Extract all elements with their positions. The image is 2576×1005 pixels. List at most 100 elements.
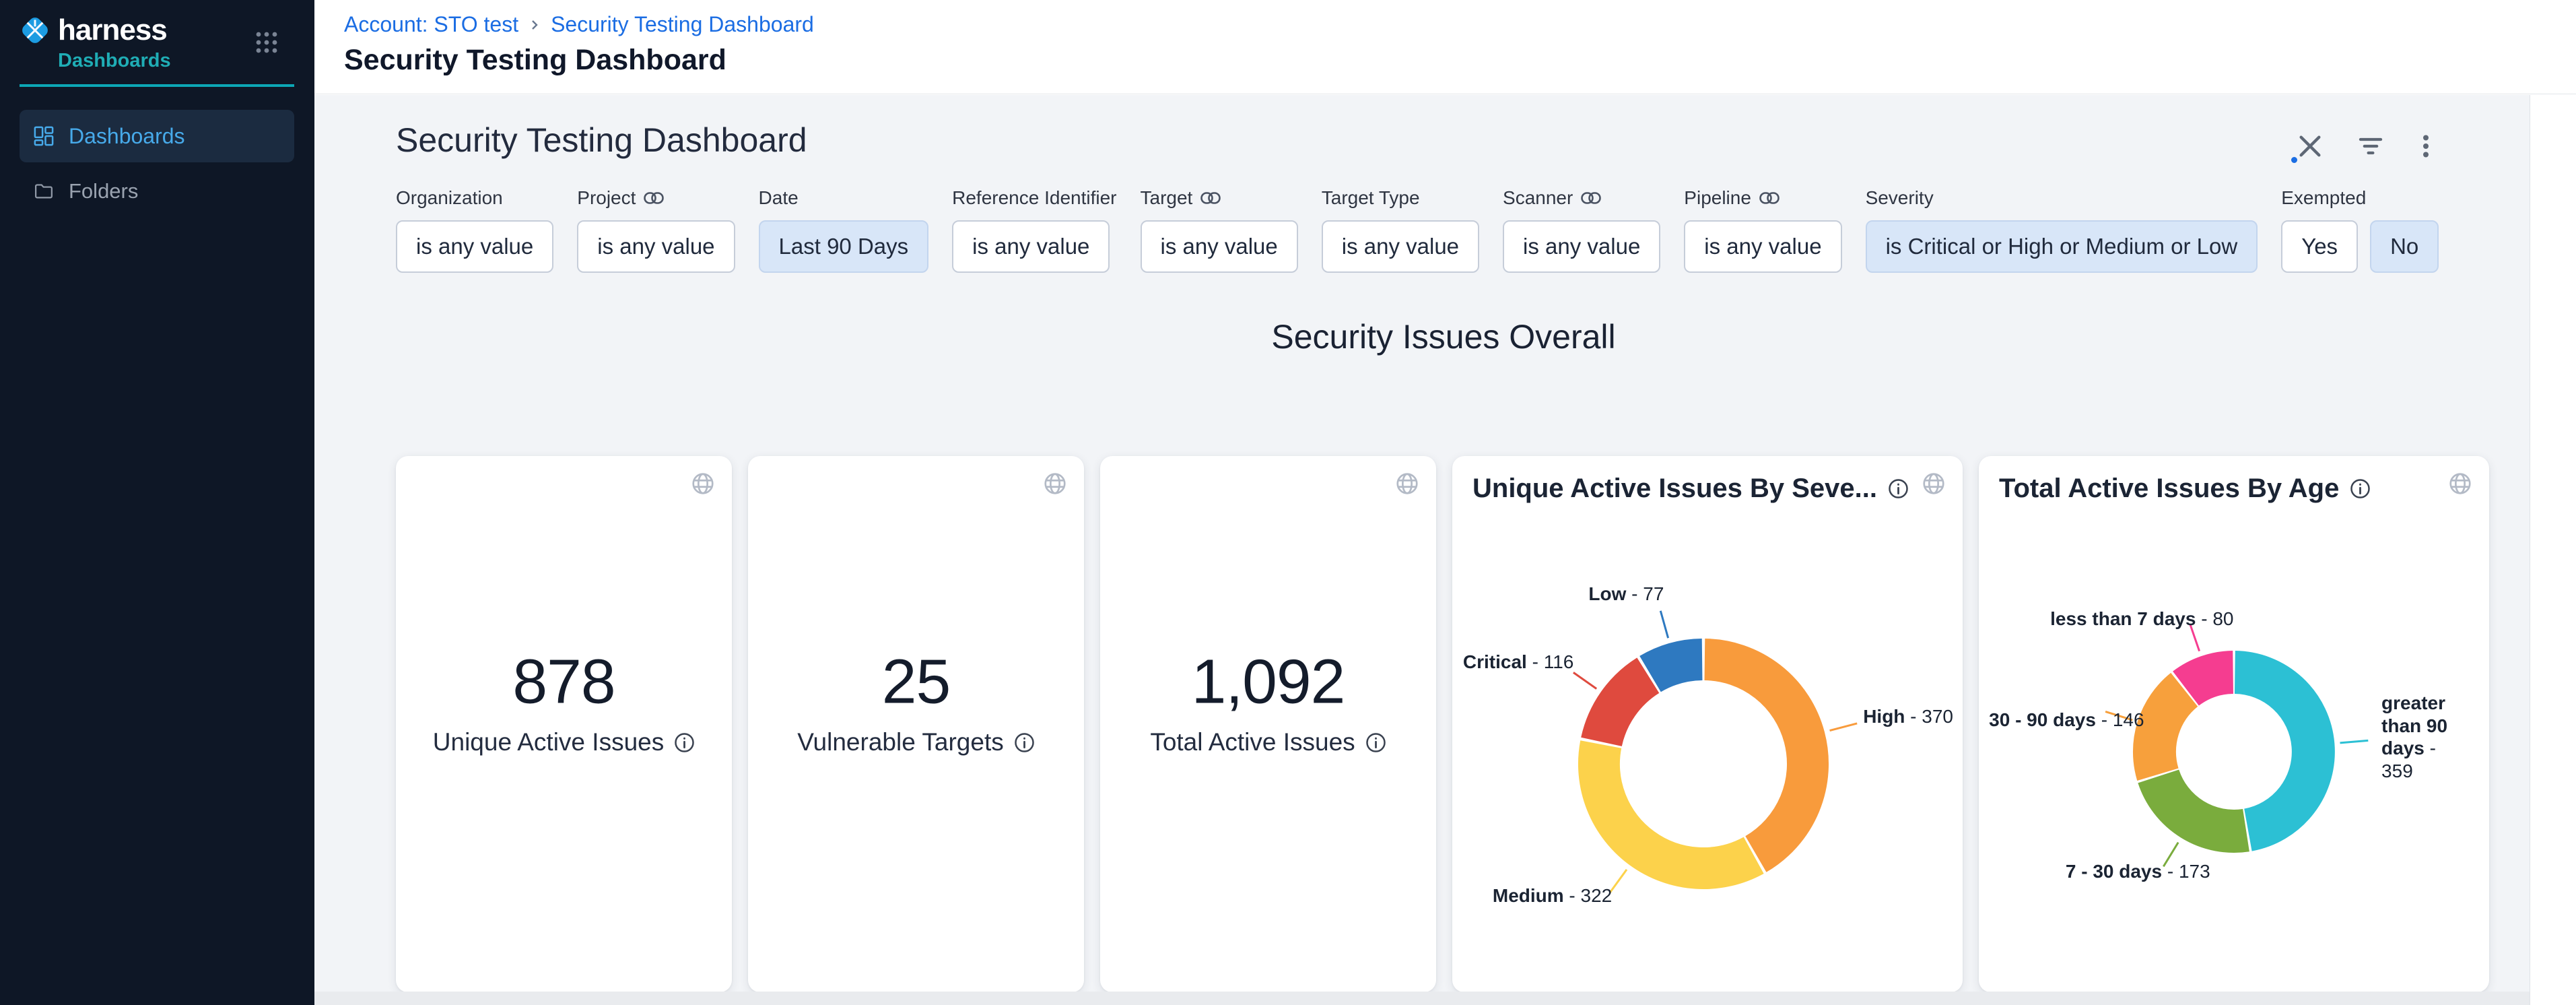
sidebar-item-label: Dashboards bbox=[69, 124, 185, 149]
sidebar: harness Dashboards Dashboards Folders bbox=[0, 0, 314, 1005]
filter-chip-exempted-no[interactable]: No bbox=[2370, 220, 2439, 273]
donut-slice-greater-than-90-days[interactable] bbox=[2235, 672, 2313, 830]
donut-leader-line bbox=[1660, 611, 1668, 638]
sidebar-nav: Dashboards Folders bbox=[0, 110, 314, 215]
metric-label: Vulnerable Targets bbox=[748, 728, 1084, 756]
filter-group-scanner: Scanner is any value bbox=[1503, 187, 1660, 273]
info-icon[interactable] bbox=[1014, 732, 1035, 753]
metric-card-total-active-issues: 1,092 Total Active Issues bbox=[1100, 456, 1436, 992]
metric-label-text: Unique Active Issues bbox=[433, 728, 664, 756]
donut-leader-line bbox=[2340, 740, 2369, 743]
sidebar-item-dashboards[interactable]: Dashboards bbox=[20, 110, 294, 162]
close-icon[interactable] bbox=[2297, 133, 2324, 160]
top-header: Account: STO test Security Testing Dashb… bbox=[314, 0, 2576, 94]
filter-group-organization: Organization is any value bbox=[396, 187, 553, 273]
donut-slice-label-30-90-days: 30 - 90 days - 146 bbox=[1989, 709, 2144, 731]
filter-group-pipeline: Pipeline is any value bbox=[1684, 187, 1841, 273]
donut-slice-label-less-than-7-days: less than 7 days - 80 bbox=[2050, 608, 2233, 630]
filter-chip-reference-identifier-is-any-value[interactable]: is any value bbox=[952, 220, 1110, 273]
brand-wordmark: harness bbox=[58, 13, 167, 47]
filter-chip-pipeline-is-any-value[interactable]: is any value bbox=[1684, 220, 1841, 273]
filter-chip-date-last-90-days[interactable]: Last 90 Days bbox=[759, 220, 929, 273]
folder-icon bbox=[34, 181, 54, 201]
dashboard-board: Security Issues Overall 878 Unique Activ… bbox=[396, 317, 2491, 992]
info-icon[interactable] bbox=[674, 732, 695, 753]
filter-chip-exempted-yes[interactable]: Yes bbox=[2281, 220, 2358, 273]
donut-slice-high[interactable] bbox=[1705, 659, 1808, 854]
filter-chip-project-is-any-value[interactable]: is any value bbox=[577, 220, 735, 273]
donut-slice-label-greater-than-90-days: greater than 90 days - 359 bbox=[2381, 692, 2457, 782]
filter-label: Scanner bbox=[1503, 187, 1660, 209]
filter-group-reference-identifier: Reference Identifier is any value bbox=[952, 187, 1116, 273]
filter-label: Target bbox=[1141, 187, 1298, 209]
metric-label: Unique Active Issues bbox=[396, 728, 732, 756]
apps-grid-icon[interactable] bbox=[254, 30, 279, 55]
donut-slice-less-than-7-days[interactable] bbox=[2186, 672, 2233, 688]
donut-slice-30-90-days[interactable] bbox=[2155, 690, 2184, 775]
donut-slice-label-low: Low - 77 bbox=[1588, 583, 1664, 605]
donut-slice-low[interactable] bbox=[1650, 659, 1702, 674]
panel-title: Security Testing Dashboard bbox=[396, 121, 2530, 160]
notification-dot bbox=[2291, 157, 2297, 163]
globe-icon bbox=[1394, 471, 1420, 496]
filter-group-exempted: ExemptedYesNo bbox=[2281, 187, 2439, 273]
metric-card-vulnerable-targets: 25 Vulnerable Targets bbox=[748, 456, 1084, 992]
page-title: Security Testing Dashboard bbox=[344, 44, 2576, 77]
section-title: Security Issues Overall bbox=[396, 317, 2491, 356]
metric-value: 25 bbox=[748, 646, 1084, 718]
sidebar-item-folders[interactable]: Folders bbox=[20, 168, 294, 215]
filter-chip-target-is-any-value[interactable]: is any value bbox=[1141, 220, 1298, 273]
filter-label: Project bbox=[577, 187, 735, 209]
metric-label-text: Total Active Issues bbox=[1150, 728, 1355, 756]
link-icon bbox=[1200, 192, 1221, 205]
filter-chip-severity-is-critical-or-high-or-medium-or-low[interactable]: is Critical or High or Medium or Low bbox=[1866, 220, 2258, 273]
cards-row: 878 Unique Active Issues 25 Vulnerable bbox=[396, 456, 2491, 992]
sidebar-divider bbox=[20, 84, 294, 87]
donut-slice-label-critical: Critical - 116 bbox=[1463, 651, 1573, 673]
kebab-menu-icon[interactable] bbox=[2412, 133, 2439, 160]
breadcrumb-account-link[interactable]: Account: STO test bbox=[344, 12, 518, 37]
filter-label: Reference Identifier bbox=[952, 187, 1116, 209]
panel-head: Security Testing Dashboard bbox=[314, 95, 2530, 160]
dashboard-panel: Security Testing Dashboard Organization i… bbox=[314, 95, 2530, 1005]
donut-slice-7-30-days[interactable] bbox=[2159, 777, 2246, 831]
link-icon bbox=[644, 192, 664, 205]
dashboards-icon bbox=[34, 126, 54, 146]
metric-value: 878 bbox=[396, 646, 732, 718]
harness-logo-icon bbox=[19, 14, 51, 46]
filter-chip-organization-is-any-value[interactable]: is any value bbox=[396, 220, 553, 273]
donut-leader-line bbox=[1573, 672, 1596, 688]
filter-label: Organization bbox=[396, 187, 553, 209]
link-icon bbox=[1759, 192, 1780, 205]
donut-slice-critical[interactable] bbox=[1602, 676, 1648, 742]
metric-card-unique-active-issues: 878 Unique Active Issues bbox=[396, 456, 732, 992]
globe-icon bbox=[690, 471, 716, 496]
link-icon bbox=[1581, 192, 1601, 205]
filter-chip-scanner-is-any-value[interactable]: is any value bbox=[1503, 220, 1660, 273]
donut-leader-line bbox=[1830, 723, 1858, 731]
breadcrumb-page-link[interactable]: Security Testing Dashboard bbox=[551, 12, 814, 37]
donut-slice-label-7-30-days: 7 - 30 days - 173 bbox=[2066, 861, 2210, 882]
metric-label-text: Vulnerable Targets bbox=[797, 728, 1003, 756]
donut-slice-label-high: High - 370 bbox=[1863, 706, 1953, 727]
filter-label: Date bbox=[759, 187, 929, 209]
filter-label: Severity bbox=[1866, 187, 2258, 209]
metric-label: Total Active Issues bbox=[1100, 728, 1436, 756]
info-icon[interactable] bbox=[1365, 732, 1386, 753]
filter-icon[interactable] bbox=[2357, 133, 2384, 160]
donut-card-issues-by-age: Total Active Issues By Age greater than … bbox=[1979, 456, 2489, 992]
bottom-strip bbox=[314, 992, 2530, 1005]
right-gutter bbox=[2530, 95, 2576, 1005]
donut-card-issues-by-severity: Unique Active Issues By Seve... High - 3… bbox=[1452, 456, 1963, 992]
filter-chip-target-type-is-any-value[interactable]: is any value bbox=[1322, 220, 1479, 273]
filter-label: Pipeline bbox=[1684, 187, 1841, 209]
breadcrumb: Account: STO test Security Testing Dashb… bbox=[344, 12, 2576, 37]
main-area: Account: STO test Security Testing Dashb… bbox=[314, 0, 2576, 1005]
filter-label: Target Type bbox=[1322, 187, 1479, 209]
filter-group-date: Date Last 90 Days bbox=[759, 187, 929, 273]
donut-leader-line bbox=[1610, 870, 1627, 893]
donut-slice-medium[interactable] bbox=[1599, 744, 1754, 868]
filter-group-target: Target is any value bbox=[1141, 187, 1298, 273]
filter-group-severity: Severity is Critical or High or Medium or… bbox=[1866, 187, 2258, 273]
donut-slice-label-medium: Medium - 322 bbox=[1493, 885, 1612, 907]
